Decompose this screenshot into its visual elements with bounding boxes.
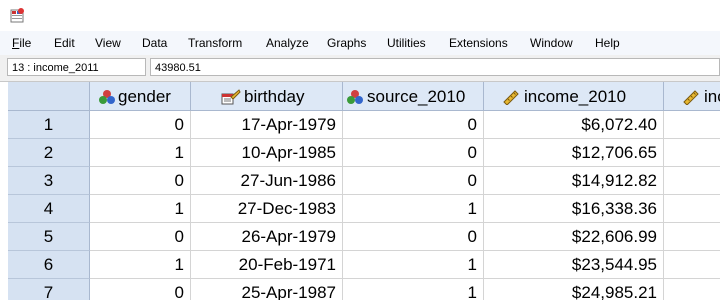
menu-bar: File Edit View Data Transform Analyze Gr…: [0, 31, 720, 55]
row-header[interactable]: 7: [8, 279, 90, 300]
income-2010-cell[interactable]: $12,706.65: [484, 139, 664, 167]
title-bar: [0, 0, 720, 31]
column-header-inc[interactable]: inc: [664, 82, 720, 111]
inc-cell[interactable]: [664, 223, 720, 251]
source-2010-cell[interactable]: 0: [343, 223, 484, 251]
row-header[interactable]: 1: [8, 111, 90, 139]
cell-editor-bar: 13 : income_2011 43980.51: [0, 55, 720, 82]
column-label: inc: [704, 87, 720, 106]
date-scale-icon: [221, 89, 241, 105]
data-grid: gender birthday source_2010 income_2010: [0, 82, 720, 300]
menu-data[interactable]: Data: [142, 36, 167, 50]
spss-app-icon: [10, 8, 24, 23]
menu-analyze[interactable]: Analyze: [266, 36, 309, 50]
gender-cell[interactable]: 1: [90, 139, 191, 167]
source-2010-cell[interactable]: 0: [343, 111, 484, 139]
birthday-cell[interactable]: 25-Apr-1987: [191, 279, 343, 300]
gender-cell[interactable]: 0: [90, 111, 191, 139]
menu-help[interactable]: Help: [595, 36, 620, 50]
birthday-cell[interactable]: 27-Jun-1986: [191, 167, 343, 195]
column-label: gender: [118, 87, 171, 106]
menu-transform[interactable]: Transform: [188, 36, 242, 50]
income-2010-cell[interactable]: $6,072.40: [484, 111, 664, 139]
gender-cell[interactable]: 1: [90, 195, 191, 223]
column-header-birthday[interactable]: birthday: [191, 82, 343, 111]
cell-reference-box[interactable]: 13 : income_2011: [7, 58, 146, 76]
menu-graphs[interactable]: Graphs: [327, 36, 366, 50]
source-2010-cell[interactable]: 1: [343, 251, 484, 279]
row-header[interactable]: 4: [8, 195, 90, 223]
scale-ruler-icon: [683, 90, 699, 105]
menu-utilities[interactable]: Utilities: [387, 36, 426, 50]
nominal-icon: [99, 90, 115, 104]
birthday-cell[interactable]: 10-Apr-1985: [191, 139, 343, 167]
gender-cell[interactable]: 0: [90, 279, 191, 300]
inc-cell[interactable]: [664, 251, 720, 279]
column-label: birthday: [244, 87, 305, 106]
income-2010-cell[interactable]: $16,338.36: [484, 195, 664, 223]
menu-view[interactable]: View: [95, 36, 121, 50]
source-2010-cell[interactable]: 0: [343, 167, 484, 195]
inc-cell[interactable]: [664, 279, 720, 300]
income-2010-cell[interactable]: $22,606.99: [484, 223, 664, 251]
inc-cell[interactable]: [664, 167, 720, 195]
gender-cell[interactable]: 0: [90, 167, 191, 195]
source-2010-cell[interactable]: 1: [343, 279, 484, 300]
birthday-cell[interactable]: 17-Apr-1979: [191, 111, 343, 139]
column-header-source-2010[interactable]: source_2010: [343, 82, 484, 111]
row-header[interactable]: 2: [8, 139, 90, 167]
income-2010-cell[interactable]: $23,544.95: [484, 251, 664, 279]
column-label: income_2010: [524, 87, 627, 106]
income-2010-cell[interactable]: $14,912.82: [484, 167, 664, 195]
inc-cell[interactable]: [664, 111, 720, 139]
row-header[interactable]: 5: [8, 223, 90, 251]
row-header[interactable]: 3: [8, 167, 90, 195]
menu-window[interactable]: Window: [530, 36, 573, 50]
menu-edit[interactable]: Edit: [54, 36, 75, 50]
scale-ruler-icon: [503, 90, 519, 105]
gender-cell[interactable]: 0: [90, 223, 191, 251]
column-header-gender[interactable]: gender: [90, 82, 191, 111]
menu-file-rest: ile: [19, 36, 32, 50]
column-header-income-2010[interactable]: income_2010: [484, 82, 664, 111]
birthday-cell[interactable]: 26-Apr-1979: [191, 223, 343, 251]
gender-cell[interactable]: 1: [90, 251, 191, 279]
grid-corner[interactable]: [8, 82, 90, 111]
column-label: source_2010: [367, 87, 466, 106]
source-2010-cell[interactable]: 1: [343, 195, 484, 223]
menu-file[interactable]: File: [12, 36, 31, 50]
row-header[interactable]: 6: [8, 251, 90, 279]
cell-value-input[interactable]: 43980.51: [150, 58, 720, 76]
source-2010-cell[interactable]: 0: [343, 139, 484, 167]
birthday-cell[interactable]: 27-Dec-1983: [191, 195, 343, 223]
nominal-icon: [347, 90, 363, 104]
birthday-cell[interactable]: 20-Feb-1971: [191, 251, 343, 279]
income-2010-cell[interactable]: $24,985.21: [484, 279, 664, 300]
inc-cell[interactable]: [664, 195, 720, 223]
inc-cell[interactable]: [664, 139, 720, 167]
menu-extensions[interactable]: Extensions: [449, 36, 508, 50]
